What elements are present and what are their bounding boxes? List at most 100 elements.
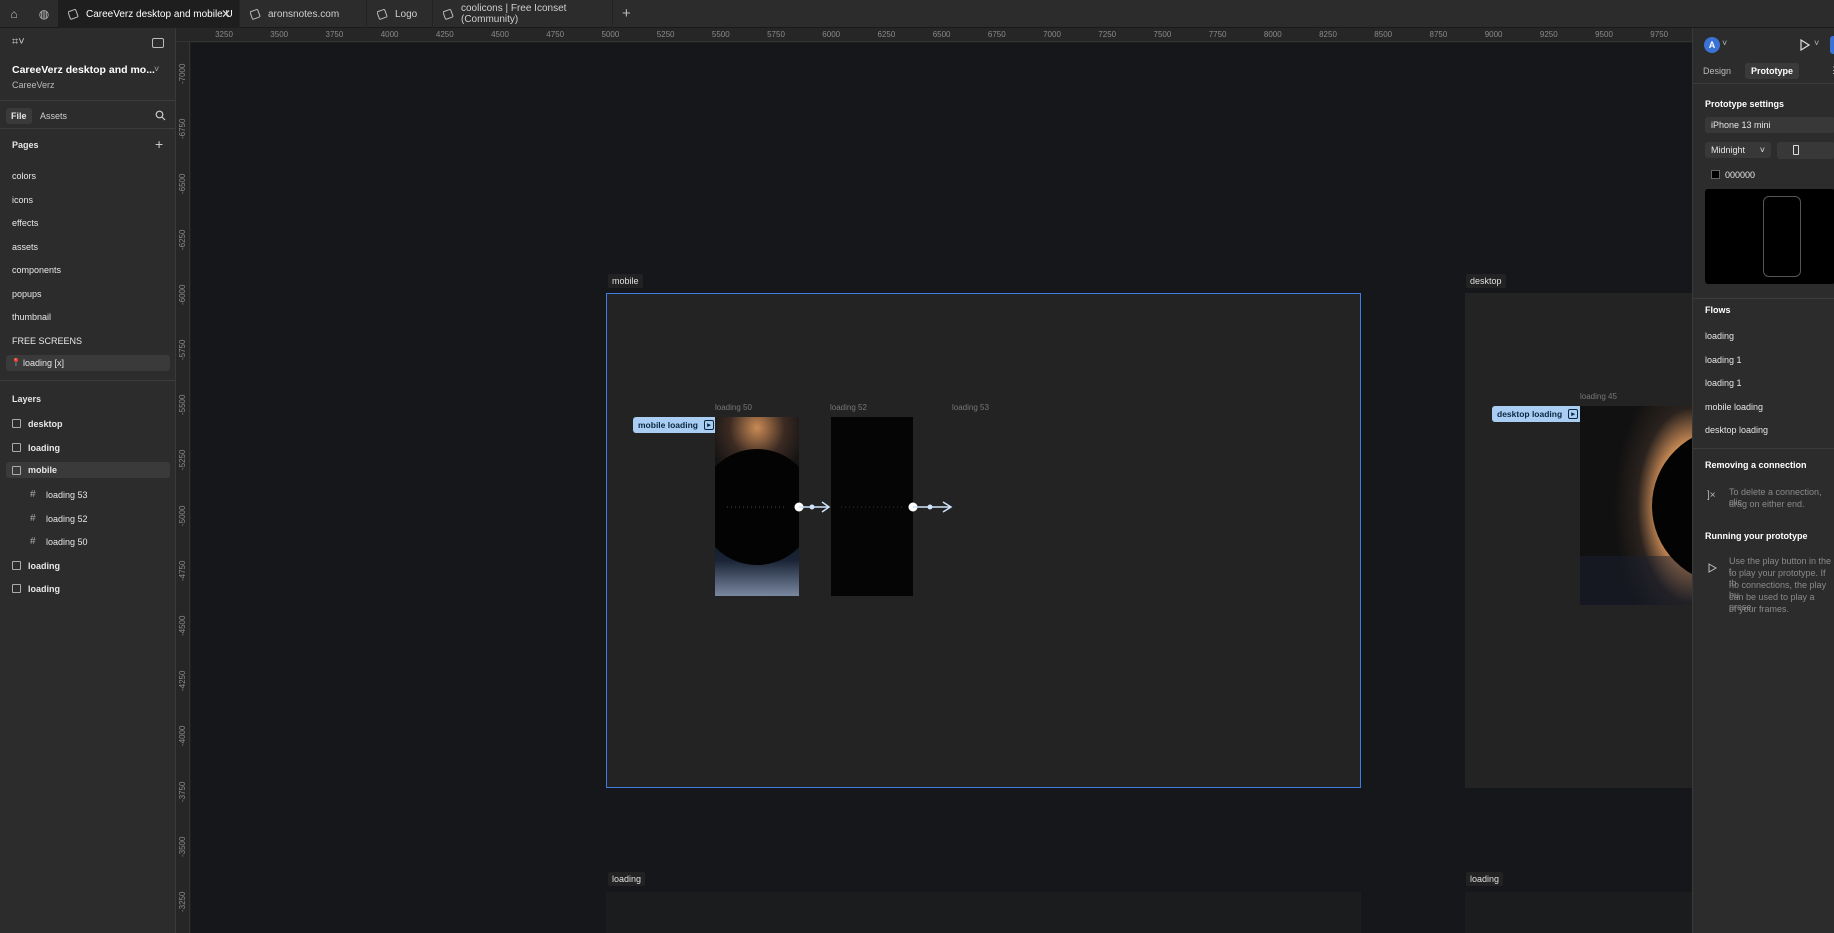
portrait-icon[interactable] [1793,145,1799,155]
tab-logo[interactable]: Logo [367,0,433,28]
divider [1693,298,1834,299]
tab-assets[interactable]: Assets [40,111,67,121]
chevron-down-icon: ˅ [1759,145,1765,155]
page-item-loading[interactable]: 📍 loading [x] [6,355,170,371]
layer-row[interactable]: loading [0,560,176,576]
ruler-tick-label: 9000 [1484,30,1503,39]
flow-item[interactable]: loading 1 [1705,378,1742,388]
tab-coolicons[interactable]: coolicons | Free Iconset (Community) [433,0,613,28]
layer-row[interactable]: loading [0,583,176,599]
share-button[interactable] [1830,36,1834,54]
divider [1693,448,1834,449]
ruler-tick-label: 7500 [1153,30,1172,39]
close-icon[interactable]: ✕ [221,7,231,21]
layer-row[interactable]: desktop [0,418,176,434]
background-hex[interactable]: 000000 [1725,170,1755,180]
model-select[interactable]: Midnight ˅ [1705,142,1771,158]
canvas[interactable]: mobile loading 50 loading 52 loading 53 … [191,43,1692,933]
prototype-connection-arrows[interactable] [791,497,971,517]
frame-loading-45[interactable] [1580,406,1692,605]
layer-row[interactable]: # loading 53 [0,489,176,505]
removing-connection-heading: Removing a connection [1705,460,1807,470]
ruler-tick-label: 4250 [435,30,454,39]
page-item-assets[interactable]: assets [0,242,176,252]
flow-start-desktop-loading[interactable]: desktop loading ▸ [1492,406,1584,422]
frame-title-mobile[interactable]: mobile [608,274,643,288]
figma-file-icon [250,8,261,20]
tab-design[interactable]: Design [1703,66,1731,76]
pages-heading: Pages [12,140,39,150]
prototype-settings-heading: Prototype settings [1705,99,1785,109]
play-icon[interactable]: ▸ [703,420,714,430]
frame-label-loading-45[interactable]: loading 45 [1580,392,1617,401]
flow-item[interactable]: loading 1 [1705,355,1742,365]
frame-loading[interactable] [1465,892,1692,933]
divider [0,380,176,381]
globe-icon[interactable]: ◍ [36,6,52,22]
layer-row[interactable]: loading [0,442,176,458]
play-icon[interactable] [1799,39,1810,51]
new-tab-button[interactable]: + [622,5,631,22]
page-item-label: loading [x] [23,358,65,368]
home-icon[interactable]: ⌂ [6,6,22,22]
page-item-popups[interactable]: popups [0,289,176,299]
play-icon[interactable]: ▸ [1568,409,1579,419]
ruler-tick-label: 6000 [822,30,841,39]
avatar[interactable]: A [1704,37,1720,53]
ruler-tick-label: -4000 [178,725,187,747]
page-item-thumbnail[interactable]: thumbnail [0,312,176,322]
grid-icon: # [30,536,36,547]
layer-row-selected[interactable]: mobile [6,462,170,478]
layer-label: loading [28,584,60,594]
ruler-tick-label: -6000 [178,284,187,305]
ruler-tick-label: -4500 [178,615,187,636]
flow-label: desktop loading [1497,409,1563,419]
toggle-sidebar-icon[interactable] [152,38,164,48]
flow-start-mobile-loading[interactable]: mobile loading ▸ [633,417,719,433]
chevron-down-icon[interactable]: ˅ [1814,38,1819,48]
layer-row[interactable]: # loading 50 [0,536,176,552]
file-title[interactable]: CareeVerz desktop and mo... [12,64,155,76]
ruler-tick-label: 3750 [325,30,344,39]
tab-label: Logo [395,8,418,20]
figma-file-icon [68,8,79,20]
color-swatch[interactable] [1711,170,1720,179]
page-item-icons[interactable]: icons [0,195,176,205]
tab-careeverz[interactable]: CareeVerz desktop and mobile U ✕ [58,0,240,28]
tab-aronsnotes[interactable]: aronsnotes.com [240,0,367,28]
browser-tab-bar: ⌂ ◍ CareeVerz desktop and mobile U ✕ aro… [0,0,1834,28]
flow-item[interactable]: mobile loading [1705,402,1763,412]
tab-file[interactable]: File [6,108,32,124]
chevron-down-icon[interactable]: ˅ [154,64,159,74]
page-item-components[interactable]: components [0,265,176,275]
page-item-effects[interactable]: effects [0,218,176,228]
ruler-tick-label: -6500 [178,173,187,195]
tab-prototype[interactable]: Prototype [1745,63,1800,79]
flow-item[interactable]: desktop loading [1705,425,1768,435]
frame-title-loading[interactable]: loading [608,872,646,886]
orientation-toggle[interactable] [1777,142,1834,159]
tab-label: coolicons | Free Iconset (Community) [461,3,567,25]
frame-loading-50[interactable] [715,417,799,596]
device-select[interactable]: iPhone 13 mini [1705,117,1834,133]
frame-label-loading-50[interactable]: loading 50 [715,403,752,412]
frame-icon [12,466,21,475]
chevron-down-icon[interactable]: ˅ [1722,38,1727,48]
running-text-line: of your frames. [1729,604,1790,614]
play-icon [1708,563,1717,573]
flow-item[interactable]: loading [1705,331,1734,341]
frame-loading[interactable] [606,892,1361,933]
layer-row[interactable]: # loading 52 [0,513,176,529]
frame-label-loading-53[interactable]: loading 53 [952,403,989,412]
frame-label-loading-52[interactable]: loading 52 [830,403,867,412]
page-item-colors[interactable]: colors [0,171,176,181]
add-page-button[interactable]: + [155,136,163,152]
frame-title-desktop[interactable]: desktop [1466,274,1506,288]
frame-title-loading[interactable]: loading [1466,872,1504,886]
tab-label: aronsnotes.com [268,8,340,20]
expand-icon[interactable]: ⋮ [1829,65,1834,76]
page-item-free-screens[interactable]: FREE SCREENS [0,336,176,346]
main-menu-icon[interactable]: ⌗˅ [12,36,25,49]
search-icon[interactable] [155,110,166,121]
layer-label: desktop [28,419,63,429]
